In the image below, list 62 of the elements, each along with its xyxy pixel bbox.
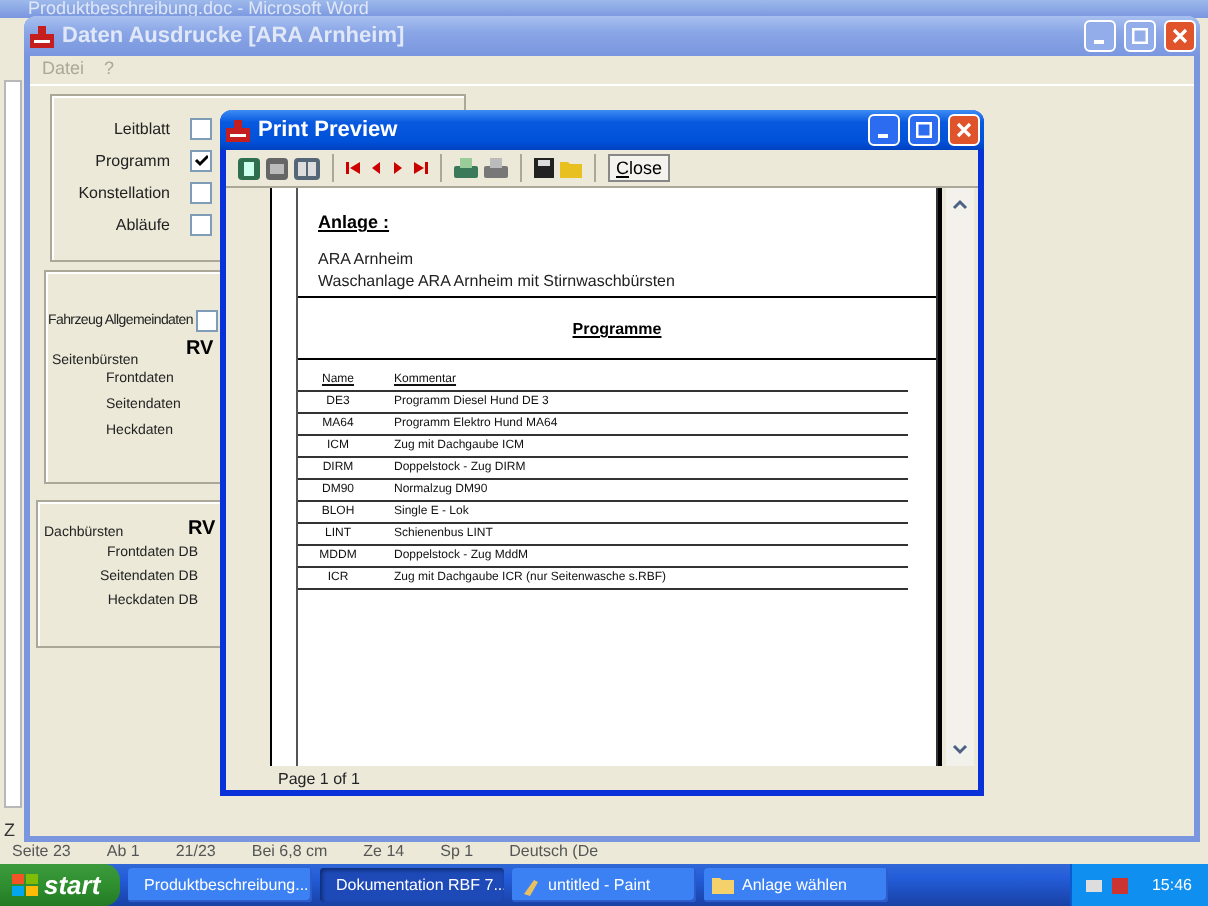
- code-label: RV: [188, 518, 216, 540]
- page-heading: Anlage :: [318, 212, 392, 232]
- close-icon: [956, 122, 972, 138]
- checkbox-label: Programm: [95, 151, 170, 169]
- taskbar-button[interactable]: Produktbeschreibung...: [128, 868, 312, 902]
- code-label: RV: [186, 338, 214, 360]
- minimize-button[interactable]: [868, 114, 900, 146]
- maximize-icon: [916, 122, 932, 138]
- page-text: Waschanlage ARA Arnheim mit Stirnwaschbürsten: [318, 270, 677, 292]
- page-count: Page 1 of 1: [278, 769, 360, 787]
- scroll-down-icon[interactable]: [952, 742, 968, 758]
- app-icon: [226, 119, 250, 141]
- close-button[interactable]: [1164, 20, 1196, 52]
- clock: 15:46: [1151, 876, 1192, 894]
- menu-item[interactable]: Datei: [42, 58, 85, 82]
- page-icon[interactable]: [238, 157, 260, 179]
- minimize-button[interactable]: [1084, 20, 1116, 52]
- checkbox[interactable]: [190, 149, 212, 171]
- section-heading: Programme: [572, 320, 662, 338]
- first-page-icon[interactable]: [346, 160, 362, 176]
- window-title: Daten Ausdrucke [ARA Arnheim]: [62, 24, 407, 48]
- app-icon: [30, 25, 54, 47]
- folder-icon: [712, 876, 734, 894]
- status-item: Ze 14: [363, 842, 405, 864]
- last-page-icon[interactable]: [412, 160, 428, 176]
- maximize-icon: [1132, 28, 1148, 44]
- scroll-up-icon[interactable]: [952, 196, 968, 212]
- toolbar-label: Z: [4, 820, 15, 840]
- close-icon: [1172, 28, 1188, 44]
- pages-icon[interactable]: [294, 157, 320, 179]
- flag-icon: [12, 873, 38, 897]
- status-item: Bei 6,8 cm: [251, 842, 328, 864]
- status-item: Deutsch (De: [509, 842, 599, 864]
- checkbox[interactable]: [190, 181, 212, 203]
- checkbox[interactable]: [190, 213, 212, 235]
- start-button[interactable]: start: [0, 864, 120, 906]
- taskbar-button[interactable]: Anlage wählen: [704, 868, 888, 902]
- maximize-button[interactable]: [908, 114, 940, 146]
- checkbox[interactable]: [195, 310, 217, 332]
- status-item: Sp 1: [440, 842, 474, 864]
- close-button[interactable]: [948, 114, 980, 146]
- close-preview-button[interactable]: Close: [608, 154, 671, 182]
- checkbox-label: Konstellation: [78, 183, 170, 201]
- previous-page-icon[interactable]: [368, 160, 384, 176]
- page-text: ARA Arnheim: [318, 248, 416, 270]
- next-page-icon[interactable]: [390, 160, 406, 176]
- printer-icon[interactable]: [454, 157, 478, 179]
- scrollbar[interactable]: [946, 188, 974, 766]
- checkbox-label: Leitblatt: [113, 119, 170, 137]
- menu-item[interactable]: ?: [104, 58, 115, 82]
- status-item: 21/23: [175, 842, 216, 864]
- maximize-button[interactable]: [1124, 20, 1156, 52]
- taskbar-button[interactable]: untitled - Paint: [512, 868, 696, 902]
- status-item: Seite 23: [12, 842, 71, 864]
- checkbox[interactable]: [190, 117, 212, 139]
- printer-icon[interactable]: [484, 157, 508, 179]
- checkbox-label: Abläufe: [115, 215, 170, 233]
- page-icon[interactable]: [266, 157, 288, 179]
- brush-icon: [520, 875, 540, 895]
- save-icon[interactable]: [534, 158, 554, 178]
- status-item: Ab 1: [106, 842, 140, 864]
- window-title: Print Preview: [258, 118, 400, 142]
